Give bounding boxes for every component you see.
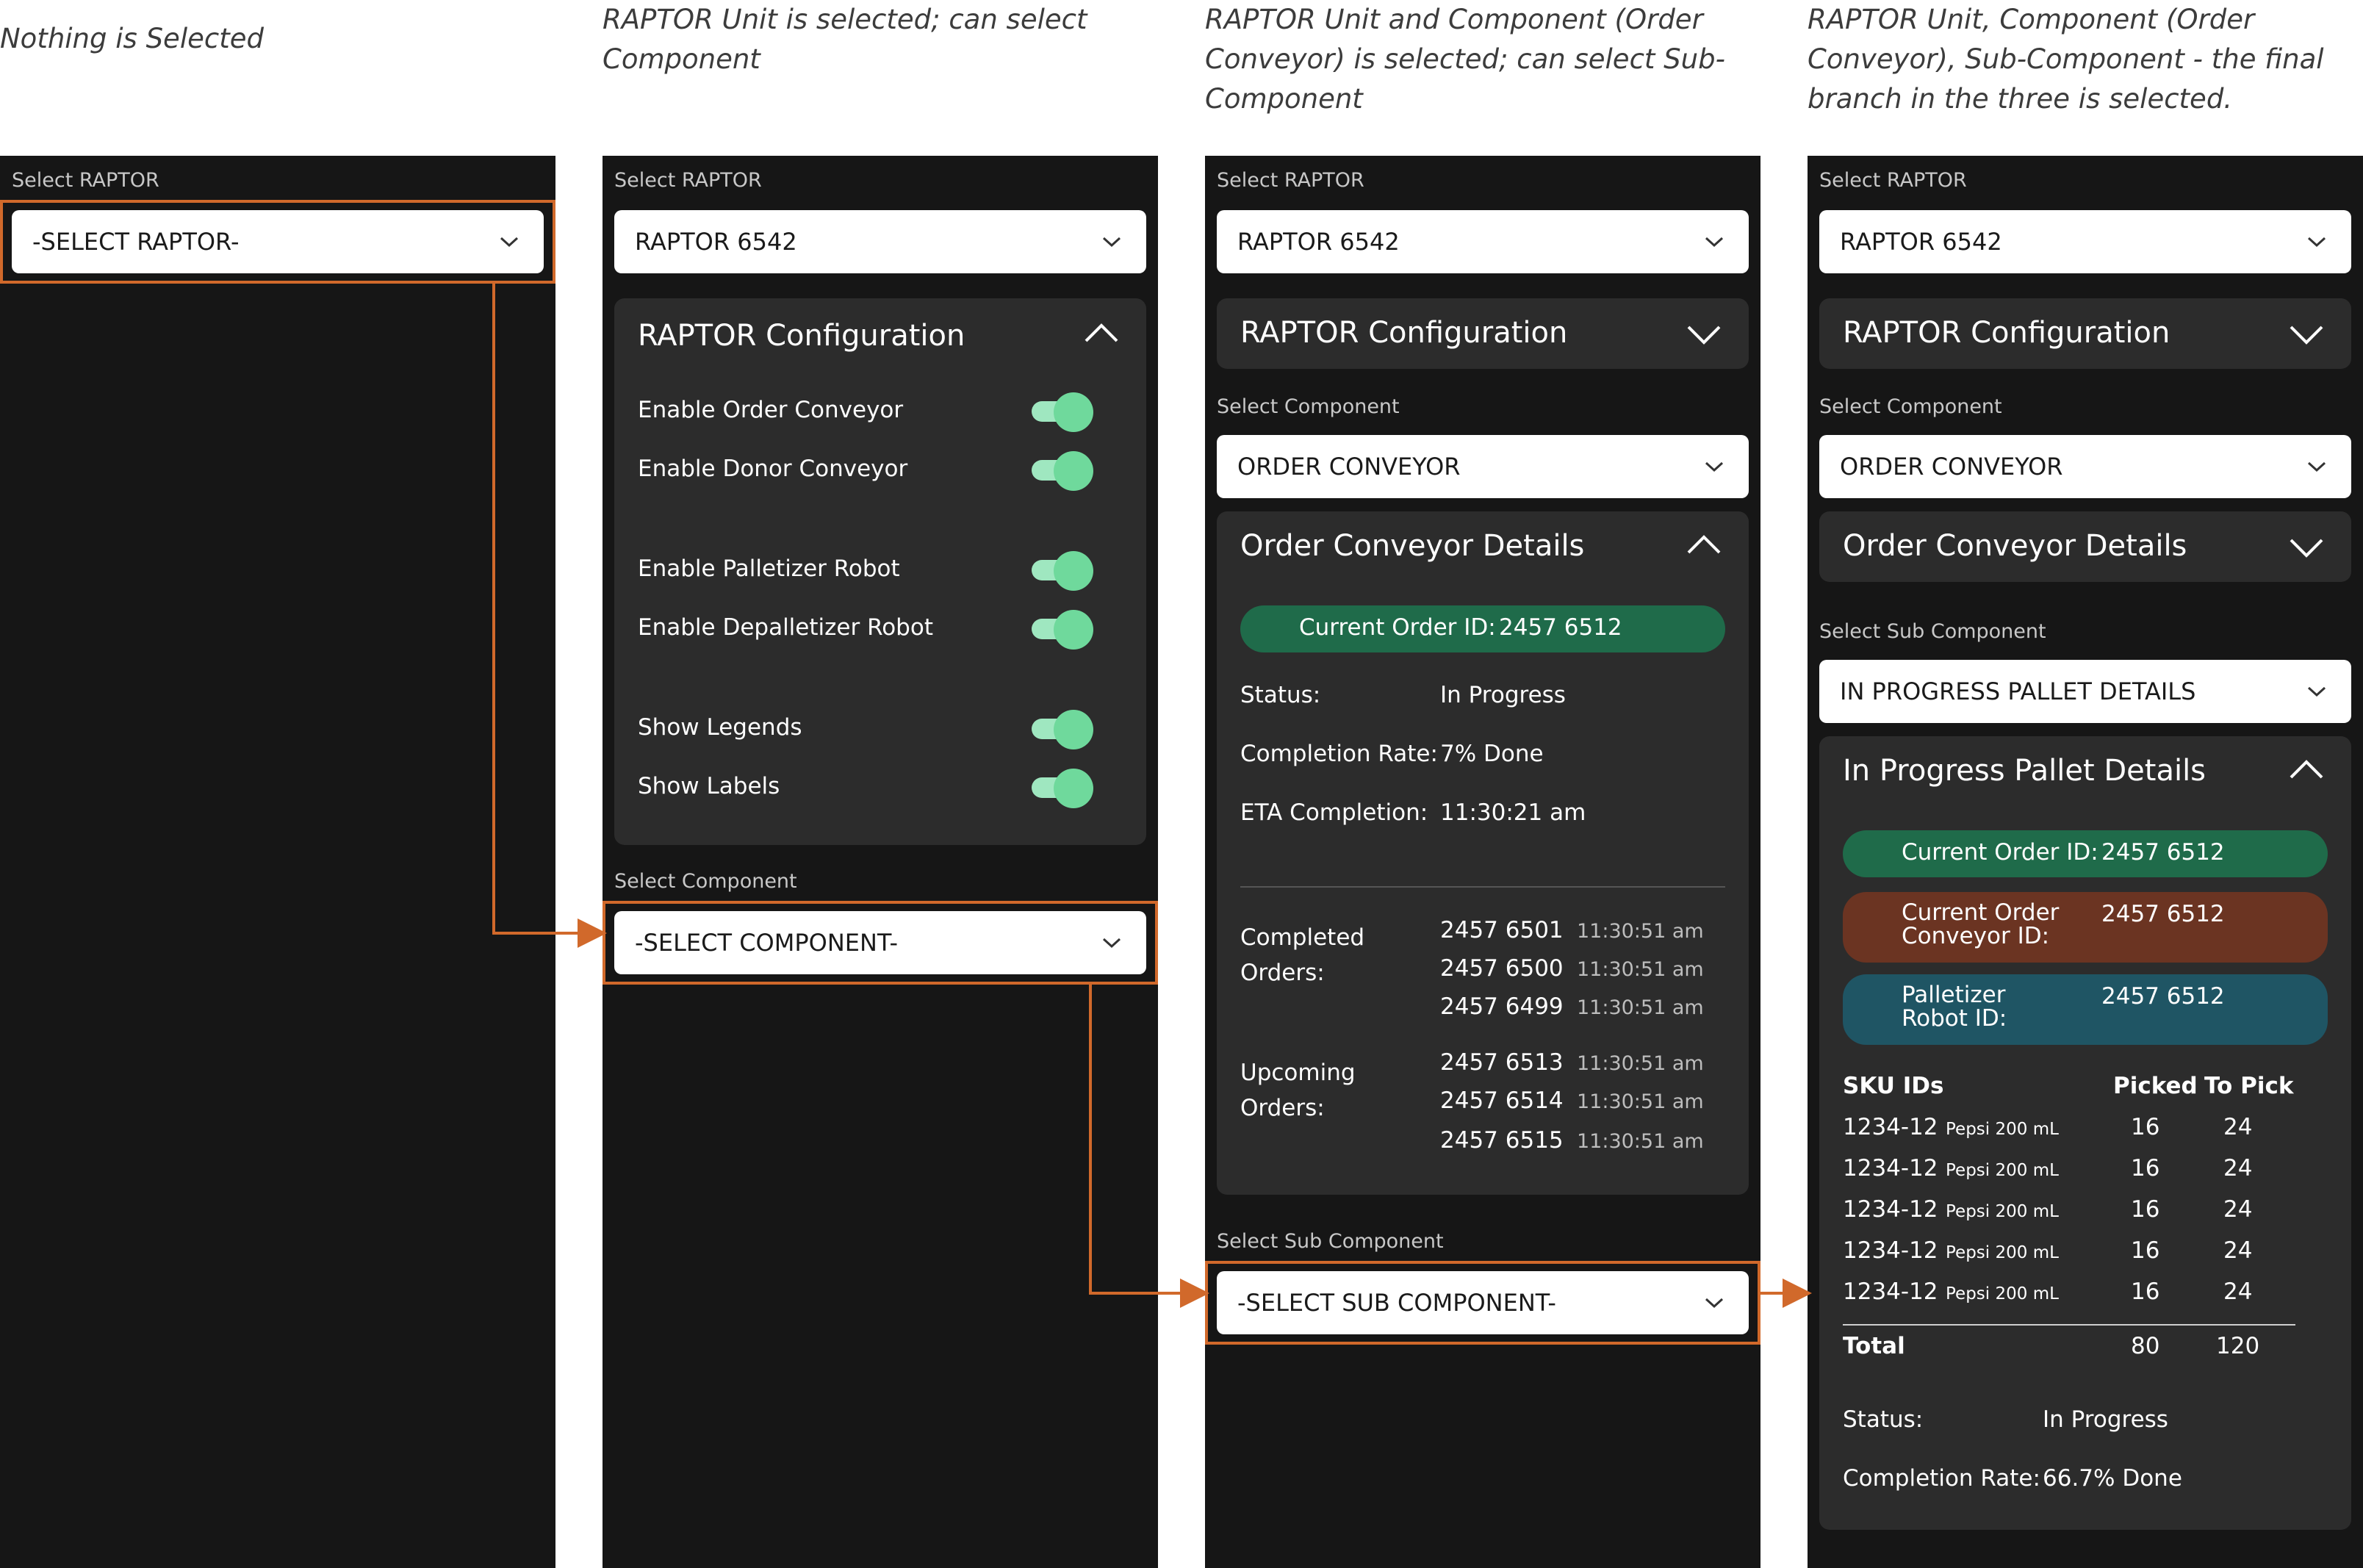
flow-connector-arrows	[492, 284, 1812, 1308]
connector-component-to-subcomponent	[1089, 985, 1209, 1308]
connector-raptor-to-component	[492, 284, 607, 948]
